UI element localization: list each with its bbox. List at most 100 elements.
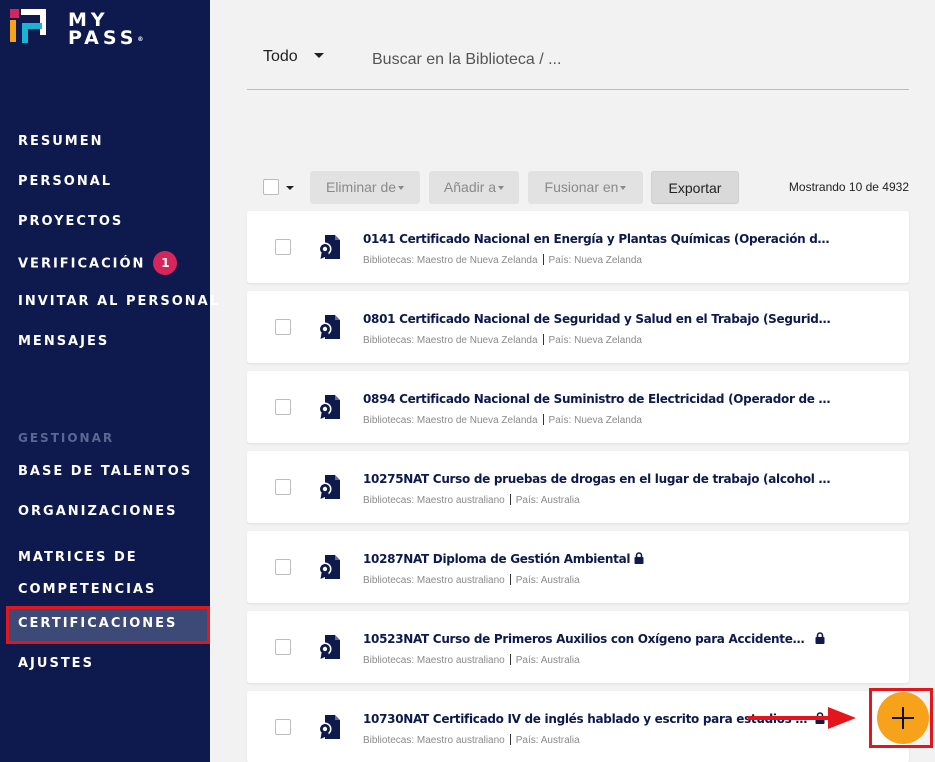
logo-wordmark: MY PASS® <box>68 11 144 49</box>
annotation-arrow-icon <box>748 707 856 729</box>
certification-row[interactable]: 0801 Certificado Nacional de Seguridad y… <box>247 291 909 363</box>
certificate-document-icon <box>318 555 340 579</box>
certificate-document-icon <box>318 475 340 499</box>
certification-title-text: 10275NAT Curso de pruebas de drogas en e… <box>363 472 833 486</box>
certification-country: País: Australia <box>515 735 580 746</box>
sidebar-item-organizaciones[interactable]: ORGANIZACIONES <box>18 502 178 522</box>
certificate-document-icon <box>318 315 340 339</box>
sidebar-section-gestionar: GESTIONAR <box>18 431 115 445</box>
certification-meta: Bibliotecas: Maestro de Nueva Zelanda Paí… <box>363 254 642 266</box>
certificate-document-icon <box>318 635 340 659</box>
select-options-chevron-icon[interactable] <box>286 186 294 190</box>
certification-country: País: Nueva Zelanda <box>548 335 642 346</box>
row-checkbox[interactable] <box>275 319 291 335</box>
add-to-label: Añadir a <box>443 179 497 195</box>
sidebar-item-mensajes[interactable]: MENSAJES <box>18 332 109 352</box>
certification-libraries: Bibliotecas: Maestro australiano <box>363 735 505 746</box>
certificate-document-icon <box>318 715 340 739</box>
sidebar: MY PASS® RESUMEN PERSONAL PROYECTOS VERI… <box>0 0 218 762</box>
certification-libraries: Bibliotecas: Maestro de Nueva Zelanda <box>363 415 538 426</box>
certification-title[interactable]: 0894 Certificado Nacional de Suministro … <box>363 392 833 406</box>
certification-libraries: Bibliotecas: Maestro australiano <box>363 495 505 506</box>
results-count: Mostrando 10 de 4932 <box>788 180 909 194</box>
certification-title-text: 0894 Certificado Nacional de Suministro … <box>363 392 833 406</box>
certificate-document-icon <box>318 235 340 259</box>
row-checkbox[interactable] <box>275 239 291 255</box>
sidebar-item-label-line1: MATRICES DE <box>18 550 138 565</box>
certification-libraries: Bibliotecas: Maestro de Nueva Zelanda <box>363 255 538 266</box>
delete-from-button[interactable]: Eliminar de <box>310 171 420 204</box>
certification-meta: Bibliotecas: Maestro de Nueva Zelanda Paí… <box>363 414 642 426</box>
row-checkbox[interactable] <box>275 399 291 415</box>
certification-title[interactable]: 10287NAT Diploma de Gestión Ambiental <box>363 552 644 566</box>
row-checkbox[interactable] <box>275 719 291 735</box>
sidebar-item-certificaciones[interactable]: CERTIFICACIONES <box>18 614 177 634</box>
sidebar-item-label: VERIFICACIÓN <box>18 256 146 272</box>
chevron-down-icon <box>498 186 505 191</box>
meta-divider <box>509 574 511 585</box>
meta-divider <box>509 494 511 505</box>
meta-divider <box>509 654 511 665</box>
sidebar-item-ajustes[interactable]: AJUSTES <box>18 654 94 674</box>
mypass-logo-mark-icon <box>10 9 46 43</box>
row-checkbox[interactable] <box>275 639 291 655</box>
filter-dropdown[interactable]: Todo <box>263 48 324 66</box>
lock-icon <box>634 552 644 564</box>
certification-meta: Bibliotecas: Maestro australiano País: Au… <box>363 494 580 506</box>
meta-divider <box>542 414 544 425</box>
add-certification-button[interactable] <box>877 692 929 744</box>
certification-title[interactable]: 0801 Certificado Nacional de Seguridad y… <box>363 312 833 326</box>
mypass-logo[interactable]: MY PASS® <box>10 9 190 49</box>
certification-title-text: 10730NAT Certificado IV de inglés hablad… <box>363 712 811 726</box>
sidebar-item-verificacion[interactable]: VERIFICACIÓN 1 <box>18 251 178 275</box>
certification-row[interactable]: 0894 Certificado Nacional de Suministro … <box>247 371 909 443</box>
search-underline <box>247 89 909 90</box>
export-button[interactable]: Exportar <box>651 171 739 204</box>
sidebar-item-invitar-personal[interactable]: INVITAR AL PERSONAL <box>18 292 220 312</box>
certification-title[interactable]: 10523NAT Curso de Primeros Auxilios con … <box>363 632 825 646</box>
certification-row[interactable]: 10287NAT Diploma de Gestión Ambiental Bi… <box>247 531 909 603</box>
certification-row[interactable]: 10523NAT Curso de Primeros Auxilios con … <box>247 611 909 683</box>
meta-divider <box>509 734 511 745</box>
delete-from-label: Eliminar de <box>325 179 397 195</box>
sidebar-item-personal[interactable]: PERSONAL <box>18 172 112 192</box>
plus-icon <box>892 707 914 729</box>
select-all-checkbox[interactable] <box>263 179 279 195</box>
merge-into-label: Fusionar en <box>544 179 619 195</box>
lock-icon <box>815 632 825 644</box>
certification-country: País: Nueva Zelanda <box>548 255 642 266</box>
row-checkbox[interactable] <box>275 559 291 575</box>
sidebar-item-resumen[interactable]: RESUMEN <box>18 132 104 152</box>
filter-value: Todo <box>263 48 298 65</box>
chevron-down-icon <box>620 186 627 191</box>
chevron-down-icon <box>398 186 405 191</box>
certification-meta: Bibliotecas: Maestro australiano País: Au… <box>363 574 580 586</box>
logo-registered: ® <box>137 36 144 43</box>
certification-country: País: Australia <box>515 575 580 586</box>
certification-row[interactable]: 0141 Certificado Nacional en Energía y P… <box>247 211 909 283</box>
logo-text-pass: PASS <box>68 27 138 49</box>
sidebar-item-matrices-competencias[interactable]: MATRICES DE COMPETENCIAS <box>18 542 157 597</box>
certificate-document-icon <box>318 395 340 419</box>
certification-title-text: 10523NAT Curso de Primeros Auxilios con … <box>363 632 811 646</box>
library-search-input[interactable] <box>372 46 892 74</box>
notification-badge: 1 <box>153 251 178 275</box>
certification-title-text: 0141 Certificado Nacional en Energía y P… <box>363 232 833 246</box>
certification-meta: Bibliotecas: Maestro de Nueva Zelanda Paí… <box>363 334 642 346</box>
sidebar-item-label-line2: COMPETENCIAS <box>18 582 157 597</box>
certification-meta: Bibliotecas: Maestro australiano País: Au… <box>363 654 580 666</box>
certification-meta: Bibliotecas: Maestro australiano País: Au… <box>363 734 580 746</box>
certification-title[interactable]: 0141 Certificado Nacional en Energía y P… <box>363 232 833 246</box>
row-checkbox[interactable] <box>275 479 291 495</box>
add-to-button[interactable]: Añadir a <box>429 171 519 204</box>
certification-libraries: Bibliotecas: Maestro australiano <box>363 655 505 666</box>
certification-title-text: 10287NAT Diploma de Gestión Ambiental <box>363 552 631 566</box>
certification-row[interactable]: 10275NAT Curso de pruebas de drogas en e… <box>247 451 909 523</box>
sidebar-item-proyectos[interactable]: PROYECTOS <box>18 212 123 232</box>
certification-country: País: Australia <box>515 655 580 666</box>
certification-libraries: Bibliotecas: Maestro de Nueva Zelanda <box>363 335 538 346</box>
merge-into-button[interactable]: Fusionar en <box>528 171 643 204</box>
chevron-down-icon <box>313 53 324 59</box>
certification-title[interactable]: 10275NAT Curso de pruebas de drogas en e… <box>363 472 833 486</box>
sidebar-item-base-talentos[interactable]: BASE DE TALENTOS <box>18 462 192 482</box>
